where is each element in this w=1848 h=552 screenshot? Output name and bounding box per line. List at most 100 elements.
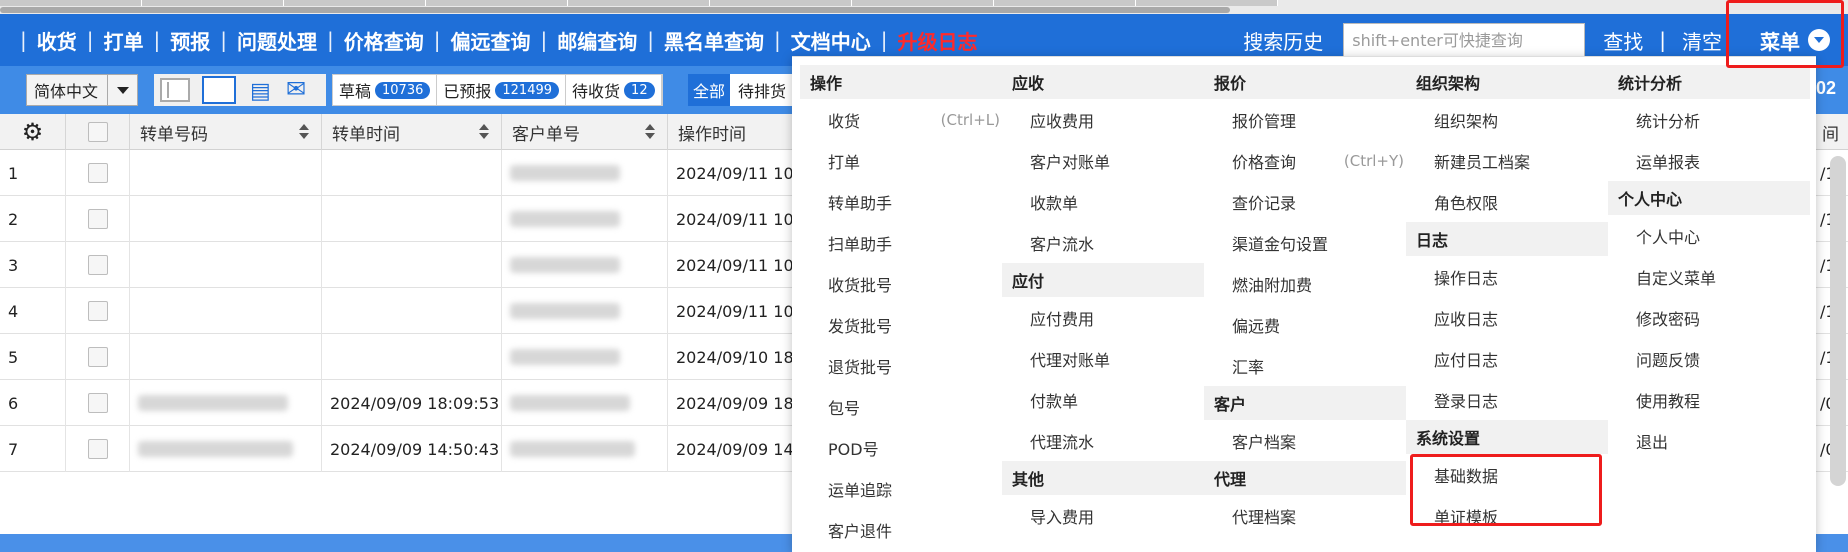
menu-item-operation-log[interactable]: 操作日志 <box>1406 256 1608 297</box>
nav-upgrade-log[interactable]: 升级日志 <box>898 26 978 55</box>
row-checkbox[interactable] <box>87 301 108 321</box>
stat-draft[interactable]: 草稿 10736 <box>333 75 438 105</box>
menu-item-waybill-report[interactable]: 运单报表 <box>1608 140 1810 181</box>
menu-item-tracking[interactable]: 运单追踪 <box>800 468 1002 509</box>
menu-item-quote-manage[interactable]: 报价管理 <box>1204 99 1406 140</box>
nav-doc-center[interactable]: 文档中心 <box>791 26 871 55</box>
col-customer-no[interactable]: 客户单号 <box>502 114 668 150</box>
menu-item-remote-fee[interactable]: 偏远费 <box>1204 304 1406 345</box>
menu-item-customer-archive[interactable]: 客户档案 <box>1204 420 1406 461</box>
menu-item-agent-statement[interactable]: 代理对账单 <box>1002 338 1204 379</box>
row-checkbox[interactable] <box>87 347 108 367</box>
nav-price-query[interactable]: 价格查询 <box>344 26 424 55</box>
menu-item-transfer-assistant[interactable]: 转单助手 <box>800 181 1002 222</box>
menu-item-role-permission[interactable]: 角色权限 <box>1406 181 1608 222</box>
menu-item-customer-return[interactable]: 客户退件 <box>800 509 1002 550</box>
select-all-checkbox[interactable] <box>87 122 108 142</box>
menu-section-title: 系统设置 <box>1406 420 1608 454</box>
search-input[interactable] <box>1343 23 1586 57</box>
menu-item-receivable-log[interactable]: 应收日志 <box>1406 297 1608 338</box>
toolbar-right-fragment: 02 <box>1815 78 1836 98</box>
highlight-base-data <box>1410 454 1602 526</box>
menu-item-customer-statement[interactable]: 客户对账单 <box>1002 140 1204 181</box>
nav-receive[interactable]: 收货 <box>37 26 77 55</box>
vertical-scrollbar[interactable] <box>1830 156 1846 486</box>
split-layout-icon[interactable] <box>160 78 190 102</box>
menu-item-price-query[interactable]: 价格查询 (Ctrl+Y) <box>1204 140 1406 181</box>
row-checkbox[interactable] <box>87 439 108 459</box>
nav-blacklist-query[interactable]: 黑名单查询 <box>664 26 764 55</box>
menu-section-title: 组织架构 <box>1406 65 1608 99</box>
menu-item-customer-flow[interactable]: 客户流水 <box>1002 222 1204 263</box>
full-layout-icon[interactable] <box>202 76 236 104</box>
tab-pending-arrange[interactable]: 待排货 <box>730 74 794 106</box>
menu-section-title: 应付 <box>1002 263 1204 297</box>
menu-item-org-structure[interactable]: 组织架构 <box>1406 99 1608 140</box>
menu-item-statistics[interactable]: 统计分析 <box>1608 99 1810 140</box>
menu-item-feedback[interactable]: 问题反馈 <box>1608 338 1810 379</box>
col-transfer-time[interactable]: 转单时间 <box>322 114 502 150</box>
menu-item-login-log[interactable]: 登录日志 <box>1406 379 1608 420</box>
menu-item-payment[interactable]: 付款单 <box>1002 379 1204 420</box>
language-select[interactable]: 简体中文 <box>26 74 138 106</box>
menu-item-ship-batch[interactable]: 发货批号 <box>800 304 1002 345</box>
dropdown-arrow-icon <box>107 75 137 105</box>
menu-item-personal-center[interactable]: 个人中心 <box>1608 215 1810 256</box>
menu-item-package-no[interactable]: 包号 <box>800 386 1002 427</box>
stat-forecast[interactable]: 已预报 121499 <box>437 75 567 105</box>
row-checkbox[interactable] <box>87 163 108 183</box>
menu-item-agent-archive[interactable]: 代理档案 <box>1204 495 1406 536</box>
count-badge: 121499 <box>495 81 560 99</box>
menu-item-scan-assistant[interactable]: 扫单助手 <box>800 222 1002 263</box>
gear-icon: ⚙ <box>21 118 44 146</box>
sort-icon <box>479 124 489 140</box>
menu-item-return-batch[interactable]: 退货批号 <box>800 345 1002 386</box>
col-right-fragment: 间 <box>1822 124 1839 145</box>
column-settings[interactable]: ⚙ <box>0 114 66 150</box>
menu-item-custom-menu[interactable]: 自定义菜单 <box>1608 256 1810 297</box>
menu-item-receivable-fee[interactable]: 应收费用 <box>1002 99 1204 140</box>
menu-item-price-history[interactable]: 查价记录 <box>1204 181 1406 222</box>
menu-item-agent-flow[interactable]: 代理流水 <box>1002 420 1204 461</box>
nav-problem[interactable]: 问题处理 <box>237 26 317 55</box>
menu-section-title: 个人中心 <box>1608 181 1810 215</box>
horizontal-scroll-thumb[interactable] <box>0 7 1230 13</box>
menu-item-payable-log[interactable]: 应付日志 <box>1406 338 1608 379</box>
nav-postcode-query[interactable]: 邮编查询 <box>557 26 637 55</box>
status-counters: 草稿 10736 已预报 121499 待收货 12 <box>332 74 663 106</box>
menu-item-print[interactable]: 打单 <box>800 140 1002 181</box>
menu-item-channel-settings[interactable]: 渠道金句设置 <box>1204 222 1406 263</box>
clear-button[interactable]: 清空 <box>1682 26 1722 55</box>
find-button[interactable]: 查找 <box>1603 26 1643 55</box>
menu-item-new-employee[interactable]: 新建员工档案 <box>1406 140 1608 181</box>
list-icon[interactable]: ▤ <box>250 80 271 102</box>
menu-item-logout[interactable]: 退出 <box>1608 420 1810 461</box>
nav-forecast[interactable]: 预报 <box>170 26 210 55</box>
menu-item-change-password[interactable]: 修改密码 <box>1608 297 1810 338</box>
menu-item-exchange-rate[interactable]: 汇率 <box>1204 345 1406 386</box>
sort-icon <box>299 124 309 140</box>
stat-awaiting-receipt[interactable]: 待收货 12 <box>566 75 662 105</box>
menu-item-tutorial[interactable]: 使用教程 <box>1608 379 1810 420</box>
menu-item-receive-batch[interactable]: 收货批号 <box>800 263 1002 304</box>
row-checkbox[interactable] <box>87 255 108 275</box>
menu-item-pod-no[interactable]: POD号 <box>800 427 1002 468</box>
row-checkbox[interactable] <box>87 209 108 229</box>
menu-item-receive[interactable]: 收货 (Ctrl+L) <box>800 99 1002 140</box>
col-operation-time[interactable]: 操作时间 <box>668 114 808 150</box>
tab-all[interactable]: 全部 <box>688 74 730 106</box>
menu-item-payable-fee[interactable]: 应付费用 <box>1002 297 1204 338</box>
menu-item-import-fee[interactable]: 导入费用 <box>1002 495 1204 536</box>
nav-remote-query[interactable]: 偏远查询 <box>451 26 531 55</box>
menu-item-fuel-surcharge[interactable]: 燃油附加费 <box>1204 263 1406 304</box>
mail-icon[interactable]: ✉ <box>286 78 306 102</box>
col-transfer-no[interactable]: 转单号码 <box>130 114 322 150</box>
menu-section-title: 应收 <box>1002 65 1204 99</box>
redacted-value <box>510 257 620 273</box>
count-badge: 12 <box>624 81 655 99</box>
row-checkbox[interactable] <box>87 393 108 413</box>
search-history-link[interactable]: 搜索历史 <box>1243 26 1323 55</box>
redacted-value <box>138 395 288 411</box>
menu-item-receipt[interactable]: 收款单 <box>1002 181 1204 222</box>
nav-print[interactable]: 打单 <box>104 26 144 55</box>
